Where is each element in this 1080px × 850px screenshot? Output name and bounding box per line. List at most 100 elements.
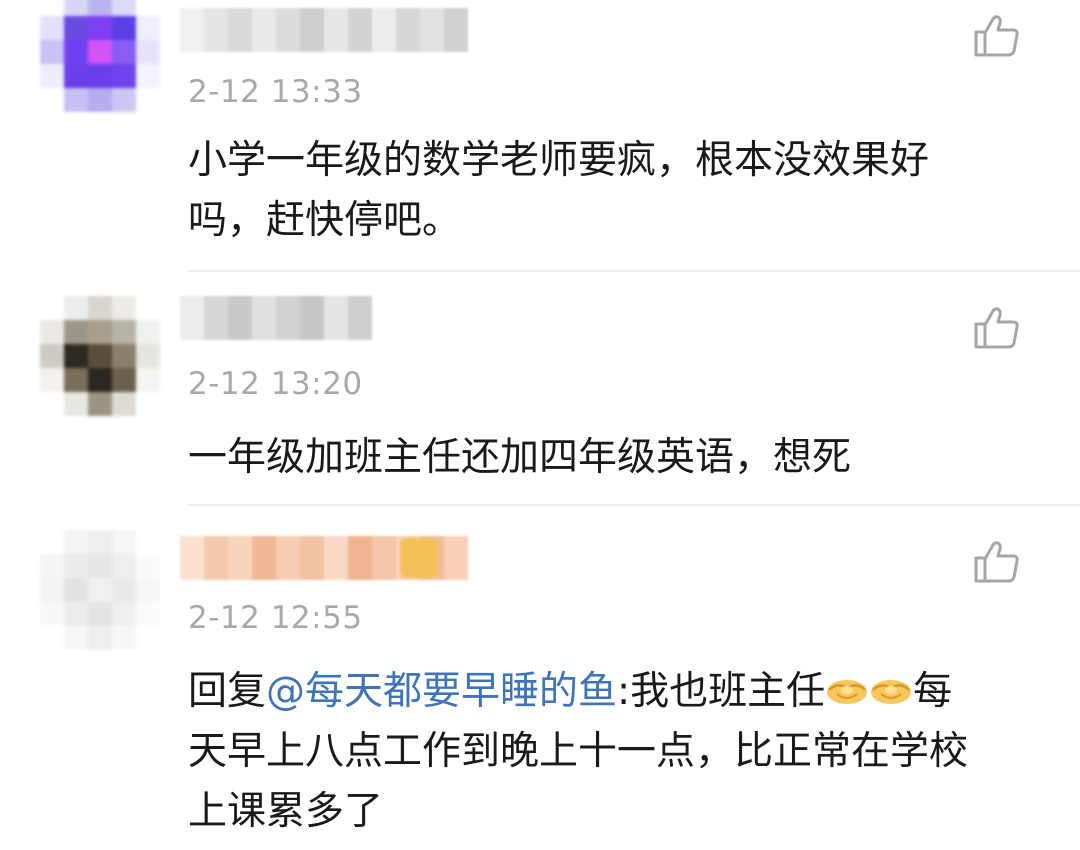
comment-text: 小学一年级的数学老师要疯，根本没效果好 吗，赶快停吧。 (188, 131, 1048, 251)
user-level-badge (400, 538, 438, 578)
avatar-pixel (136, 88, 160, 112)
avatar[interactable] (40, 296, 160, 416)
avatar-pixel (136, 392, 160, 416)
username-pixel (180, 536, 204, 580)
avatar-pixel (136, 626, 160, 650)
avatar-pixel (88, 16, 112, 40)
avatar-pixel (112, 578, 136, 602)
username-pixel (348, 8, 372, 52)
username[interactable] (180, 296, 372, 340)
avatar-pixel (64, 88, 88, 112)
thumbs-up-icon (974, 541, 1019, 583)
username-pixel (420, 8, 444, 52)
username-pixel (396, 8, 420, 52)
username-pixel (348, 536, 372, 580)
username-pixel (444, 536, 468, 580)
avatar[interactable] (40, 530, 160, 650)
avatar-pixel (64, 296, 88, 320)
avatar-pixel (112, 0, 136, 16)
avatar-pixel (88, 626, 112, 650)
username-pixel (372, 536, 396, 580)
like-button[interactable] (972, 540, 1022, 584)
handshake-emoji (825, 672, 869, 708)
avatar-pixel (40, 344, 64, 368)
avatar-pixel (64, 392, 88, 416)
avatar-pixel (64, 320, 88, 344)
comment-text-line: 回复@每天都要早睡的鱼:我也班主任 每 (188, 662, 1048, 722)
avatar-pixel (136, 368, 160, 392)
avatar-pixel (64, 64, 88, 88)
username-pixel (276, 8, 300, 52)
avatar-pixel (40, 88, 64, 112)
mention-link[interactable]: @每天都要早睡的鱼 (266, 669, 617, 714)
avatar-pixel (112, 554, 136, 578)
avatar-pixel (112, 602, 136, 626)
comment-text: 回复@每天都要早睡的鱼:我也班主任每 天早上八点工作到晚上十一点，比正常在学校 … (188, 662, 1048, 842)
avatar-pixel (112, 392, 136, 416)
avatar-pixel (64, 602, 88, 626)
avatar-pixel (88, 368, 112, 392)
avatar-pixel (136, 64, 160, 88)
thumbs-up-icon (974, 307, 1019, 349)
username-pixel (204, 536, 228, 580)
avatar-pixel (88, 392, 112, 416)
username-pixel (348, 296, 372, 340)
avatar-pixel (136, 554, 160, 578)
avatar-pixel (112, 344, 136, 368)
username-pixel (228, 296, 252, 340)
avatar-pixel (136, 16, 160, 40)
avatar-pixel (136, 530, 160, 554)
comment-item: 2-12 12:55 回复@每天都要早睡的鱼:我也班主任 每 天早上八点工作到晚上… (0, 508, 1080, 850)
avatar-pixel (136, 296, 160, 320)
avatar-pixel (112, 368, 136, 392)
avatar-pixel (136, 344, 160, 368)
avatar-pixel (136, 578, 160, 602)
divider (188, 504, 1080, 506)
avatar-pixel (136, 40, 160, 64)
avatar-pixel (112, 530, 136, 554)
avatar-pixel (136, 0, 160, 16)
username-pixel (300, 8, 324, 52)
comment-item: 2-12 13:33 小学一年级的数学老师要疯，根本没效果好 吗，赶快停吧。 (0, 0, 1080, 272)
avatar-pixel (64, 578, 88, 602)
avatar-pixel (112, 296, 136, 320)
comment-text-line: 吗，赶快停吧。 (188, 198, 462, 243)
username[interactable] (180, 8, 468, 52)
avatar-pixel (40, 320, 64, 344)
avatar-pixel (88, 88, 112, 112)
avatar-pixel (40, 296, 64, 320)
avatar-pixel (88, 0, 112, 16)
comment-text-line: 上课累多了 (188, 789, 384, 834)
avatar-pixel (136, 602, 160, 626)
avatar-pixel (40, 554, 64, 578)
avatar-pixel (88, 530, 112, 554)
username-pixel (276, 536, 300, 580)
avatar-pixel (40, 530, 64, 554)
reply-prefix: 回复 (188, 669, 267, 714)
avatar-pixel (64, 626, 88, 650)
avatar-pixel (88, 344, 112, 368)
username-pixel (324, 296, 348, 340)
avatar-pixel (112, 88, 136, 112)
username-pixel (444, 8, 468, 52)
avatar-pixel (40, 0, 64, 16)
username-pixel (180, 8, 204, 52)
avatar-pixel (112, 64, 136, 88)
reply-text: :我也班主任 (617, 669, 826, 714)
comment-text: 一年级加班主任还加四年级英语，想死 (188, 428, 1048, 488)
username-pixel (204, 296, 228, 340)
username-pixel (228, 8, 252, 52)
username-pixel (372, 8, 396, 52)
avatar-pixel (40, 64, 64, 88)
like-button[interactable] (972, 306, 1022, 350)
username-pixel (252, 536, 276, 580)
avatar-pixel (112, 320, 136, 344)
avatar-pixel (88, 296, 112, 320)
comment-item: 2-12 13:20 一年级加班主任还加四年级英语，想死 (0, 274, 1080, 506)
avatar-pixel (64, 344, 88, 368)
like-button[interactable] (972, 14, 1022, 58)
username-pixel (252, 8, 276, 52)
comment-text-line: 天早上八点工作到晚上十一点，比正常在学校 (188, 729, 969, 774)
avatar[interactable] (40, 0, 160, 112)
comment-time: 2-12 12:55 (188, 600, 363, 636)
